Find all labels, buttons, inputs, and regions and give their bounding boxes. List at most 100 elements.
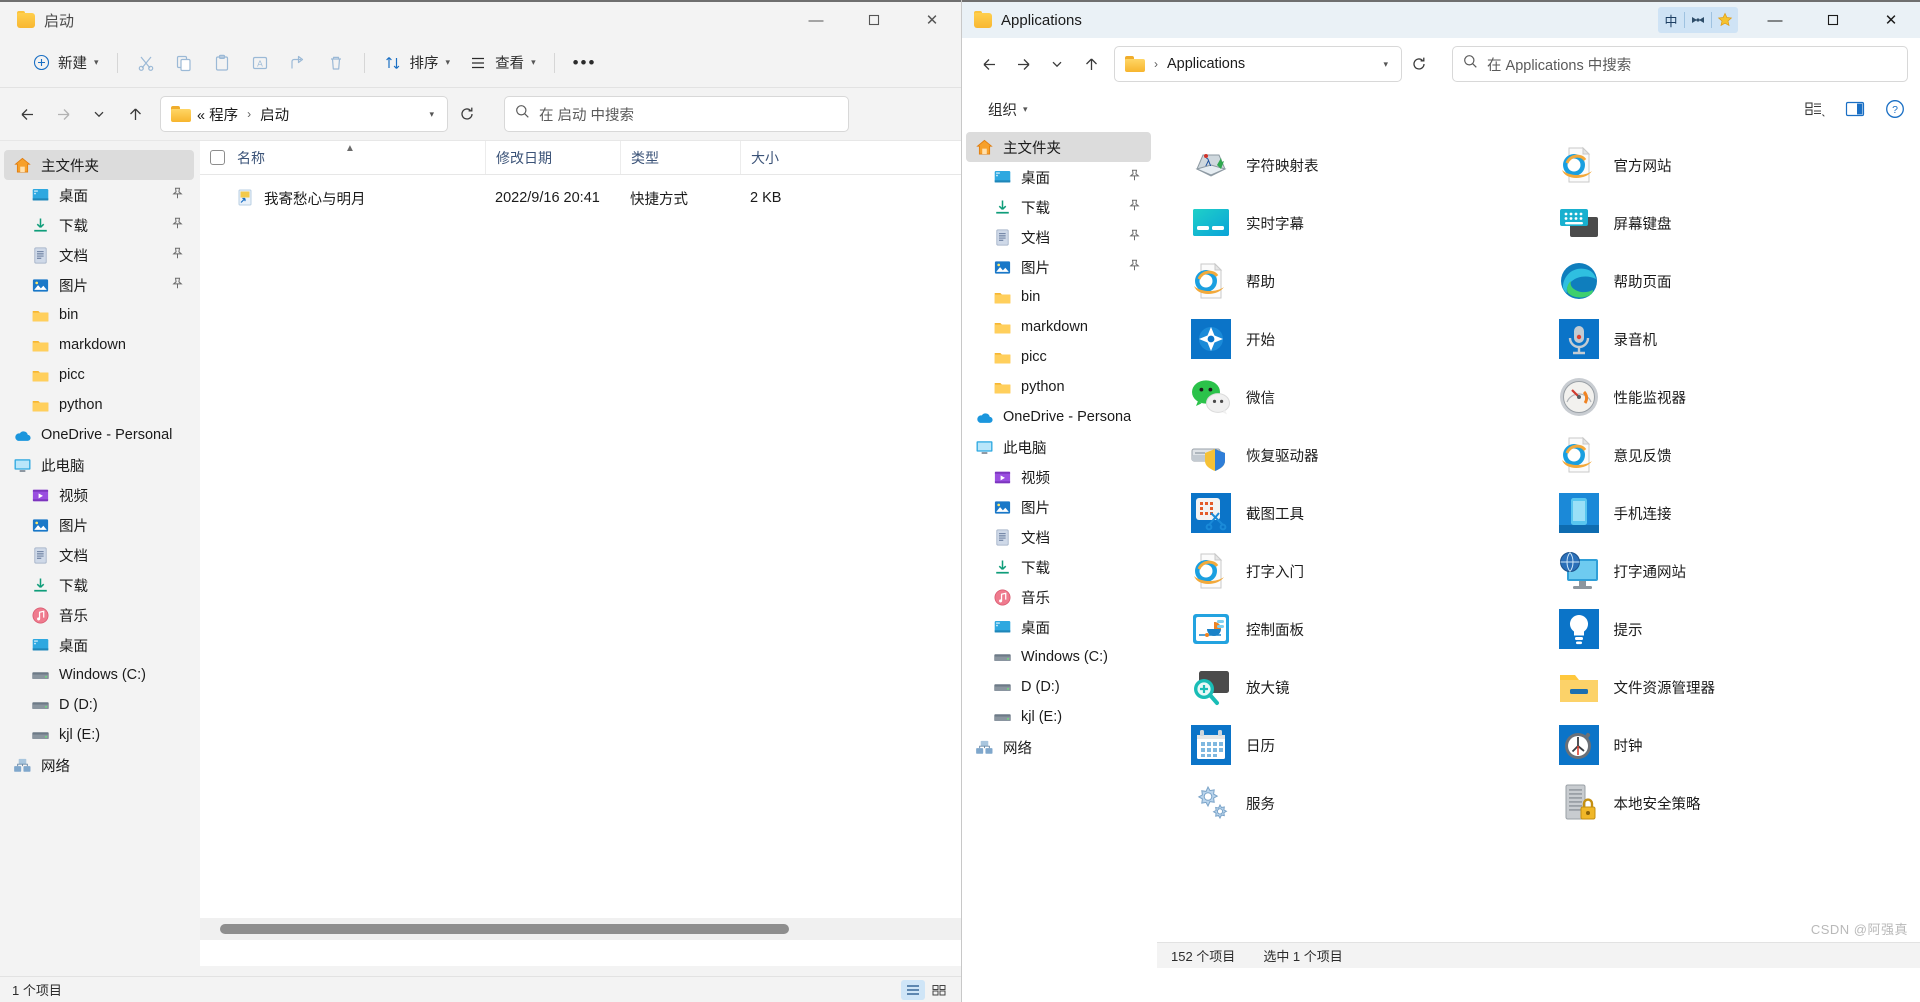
minimize-button[interactable]: — — [787, 1, 845, 39]
sidebar-item-d-d[interactable]: D (D:) — [966, 672, 1151, 702]
sidebar-item-[interactable]: 下载 — [4, 210, 194, 240]
chevron-down-icon[interactable]: ▾ — [1383, 59, 1394, 70]
list-item[interactable]: 本地安全策略 — [1553, 774, 1920, 832]
delete-button[interactable] — [317, 46, 355, 80]
column-header-size[interactable]: 大小 — [740, 141, 840, 174]
sidebar-item-onedrive-persona[interactable]: OneDrive - Persona — [966, 402, 1151, 432]
sidebar-item-[interactable]: 文档 — [4, 240, 194, 270]
horizontal-scrollbar[interactable] — [200, 918, 961, 940]
sidebar-item-[interactable]: 图片 — [4, 270, 194, 300]
search-input[interactable]: 在 Applications 中搜索 — [1452, 46, 1908, 82]
list-item[interactable]: 恢复驱动器 — [1185, 426, 1553, 484]
list-item[interactable]: 打字通网站 — [1553, 542, 1920, 600]
pin-icon[interactable] — [1128, 199, 1141, 215]
sidebar-item-[interactable]: 此电脑 — [4, 450, 194, 480]
maximize-button[interactable] — [845, 1, 903, 39]
help-icon[interactable]: ? — [1882, 97, 1908, 121]
scrollbar-thumb[interactable] — [220, 924, 789, 934]
list-item[interactable]: 实时字幕 — [1185, 194, 1553, 252]
list-item[interactable]: 微信 — [1185, 368, 1553, 426]
back-button[interactable] — [972, 47, 1006, 81]
star-icon[interactable] — [1712, 7, 1738, 33]
list-item[interactable]: 放大镜 — [1185, 658, 1553, 716]
breadcrumb-item-1[interactable]: 启动 — [260, 104, 289, 125]
list-item[interactable]: 开始 — [1185, 310, 1553, 368]
share-button[interactable] — [279, 46, 317, 80]
sidebar-item-[interactable]: 网络 — [966, 732, 1151, 762]
list-item[interactable]: 提示 — [1553, 600, 1920, 658]
sidebar-item-[interactable]: 文档 — [966, 222, 1151, 252]
sidebar-item-[interactable]: 图片 — [966, 492, 1151, 522]
column-header-date[interactable]: 修改日期 — [485, 141, 620, 174]
list-item[interactable]: 帮助页面 — [1553, 252, 1920, 310]
pin-icon[interactable] — [1128, 169, 1141, 185]
pin-icon[interactable] — [1128, 229, 1141, 245]
preview-pane-icon[interactable] — [1842, 97, 1868, 121]
sidebar-item-kjl-e[interactable]: kjl (E:) — [966, 702, 1151, 732]
list-item[interactable]: 时钟 — [1553, 716, 1920, 774]
sidebar-item-[interactable]: 下载 — [966, 552, 1151, 582]
sidebar-item-[interactable]: 音乐 — [4, 600, 194, 630]
left-navigation-pane[interactable]: 主文件夹 桌面 下载 文档 图片 bin markdown picc python OneDriv… — [0, 140, 200, 966]
rename-button[interactable]: A — [241, 46, 279, 80]
list-item[interactable]: 手机连接 — [1553, 484, 1920, 542]
list-item[interactable]: 日历 — [1185, 716, 1553, 774]
sidebar-item-[interactable]: 文档 — [4, 540, 194, 570]
sidebar-item-[interactable]: 此电脑 — [966, 432, 1151, 462]
list-item[interactable]: 录音机 — [1553, 310, 1920, 368]
sidebar-item-python[interactable]: python — [4, 390, 194, 420]
pin-icon[interactable] — [171, 187, 184, 203]
right-navigation-pane[interactable]: 主文件夹 桌面 下载 文档 图片 bin markdown picc python OneDriv… — [962, 128, 1157, 968]
sidebar-item-markdown[interactable]: markdown — [966, 312, 1151, 342]
list-item[interactable]: 性能监视器 — [1553, 368, 1920, 426]
bowtie-icon[interactable] — [1685, 7, 1711, 33]
list-item[interactable]: 截图工具 — [1185, 484, 1553, 542]
sidebar-item-[interactable]: 下载 — [4, 570, 194, 600]
refresh-button[interactable] — [1402, 47, 1436, 81]
organize-button[interactable]: 组织 ▾ — [980, 95, 1036, 123]
up-button[interactable] — [118, 97, 152, 131]
list-item[interactable]: 意见反馈 — [1553, 426, 1920, 484]
pin-icon[interactable] — [171, 247, 184, 263]
paste-button[interactable] — [203, 46, 241, 80]
refresh-button[interactable] — [450, 97, 484, 131]
sidebar-item-[interactable]: 桌面 — [966, 612, 1151, 642]
list-item[interactable]: 控制面板 — [1185, 600, 1553, 658]
address-bar[interactable]: › Applications ▾ — [1114, 46, 1402, 82]
select-all-checkbox[interactable] — [210, 150, 225, 165]
sidebar-item-[interactable]: 主文件夹 — [4, 150, 194, 180]
ime-indicator[interactable]: 中 — [1658, 7, 1738, 33]
minimize-button[interactable]: — — [1746, 2, 1804, 38]
sidebar-item-[interactable]: 桌面 — [966, 162, 1151, 192]
list-item[interactable]: λ 字符映射表 — [1185, 136, 1553, 194]
pin-icon[interactable] — [171, 277, 184, 293]
forward-button[interactable] — [1006, 47, 1040, 81]
recent-locations-button[interactable] — [82, 97, 116, 131]
list-item[interactable]: 帮助 — [1185, 252, 1553, 310]
back-button[interactable] — [10, 97, 44, 131]
sidebar-item-kjl-e[interactable]: kjl (E:) — [4, 720, 194, 750]
list-item[interactable]: 服务 — [1185, 774, 1553, 832]
new-button[interactable]: 新建 ▾ — [22, 46, 108, 80]
sidebar-item-[interactable]: 文档 — [966, 522, 1151, 552]
view-button[interactable]: 查看 ▾ — [459, 46, 545, 80]
sidebar-item-picc[interactable]: picc — [966, 342, 1151, 372]
sidebar-item-[interactable]: 音乐 — [966, 582, 1151, 612]
recent-locations-button[interactable] — [1040, 47, 1074, 81]
details-view-button[interactable] — [901, 979, 925, 1000]
table-row[interactable]: 我寄愁心与明月 2022/9/16 20:41 快捷方式 2 KB — [200, 183, 961, 213]
sidebar-item-[interactable]: 视频 — [4, 480, 194, 510]
sidebar-item-[interactable]: 桌面 — [4, 630, 194, 660]
forward-button[interactable] — [46, 97, 80, 131]
sidebar-item-d-d[interactable]: D (D:) — [4, 690, 194, 720]
sidebar-item-python[interactable]: python — [966, 372, 1151, 402]
pin-icon[interactable] — [171, 217, 184, 233]
list-item[interactable]: 文件资源管理器 — [1553, 658, 1920, 716]
sidebar-item-windows-c[interactable]: Windows (C:) — [966, 642, 1151, 672]
sidebar-item-bin[interactable]: bin — [966, 282, 1151, 312]
sidebar-item-onedrive-personal[interactable]: OneDrive - Personal — [4, 420, 194, 450]
list-item[interactable]: 官方网站 — [1553, 136, 1920, 194]
maximize-button[interactable] — [1804, 2, 1862, 38]
breadcrumb-item-0[interactable]: « 程序 — [197, 104, 238, 125]
pin-icon[interactable] — [1128, 259, 1141, 275]
